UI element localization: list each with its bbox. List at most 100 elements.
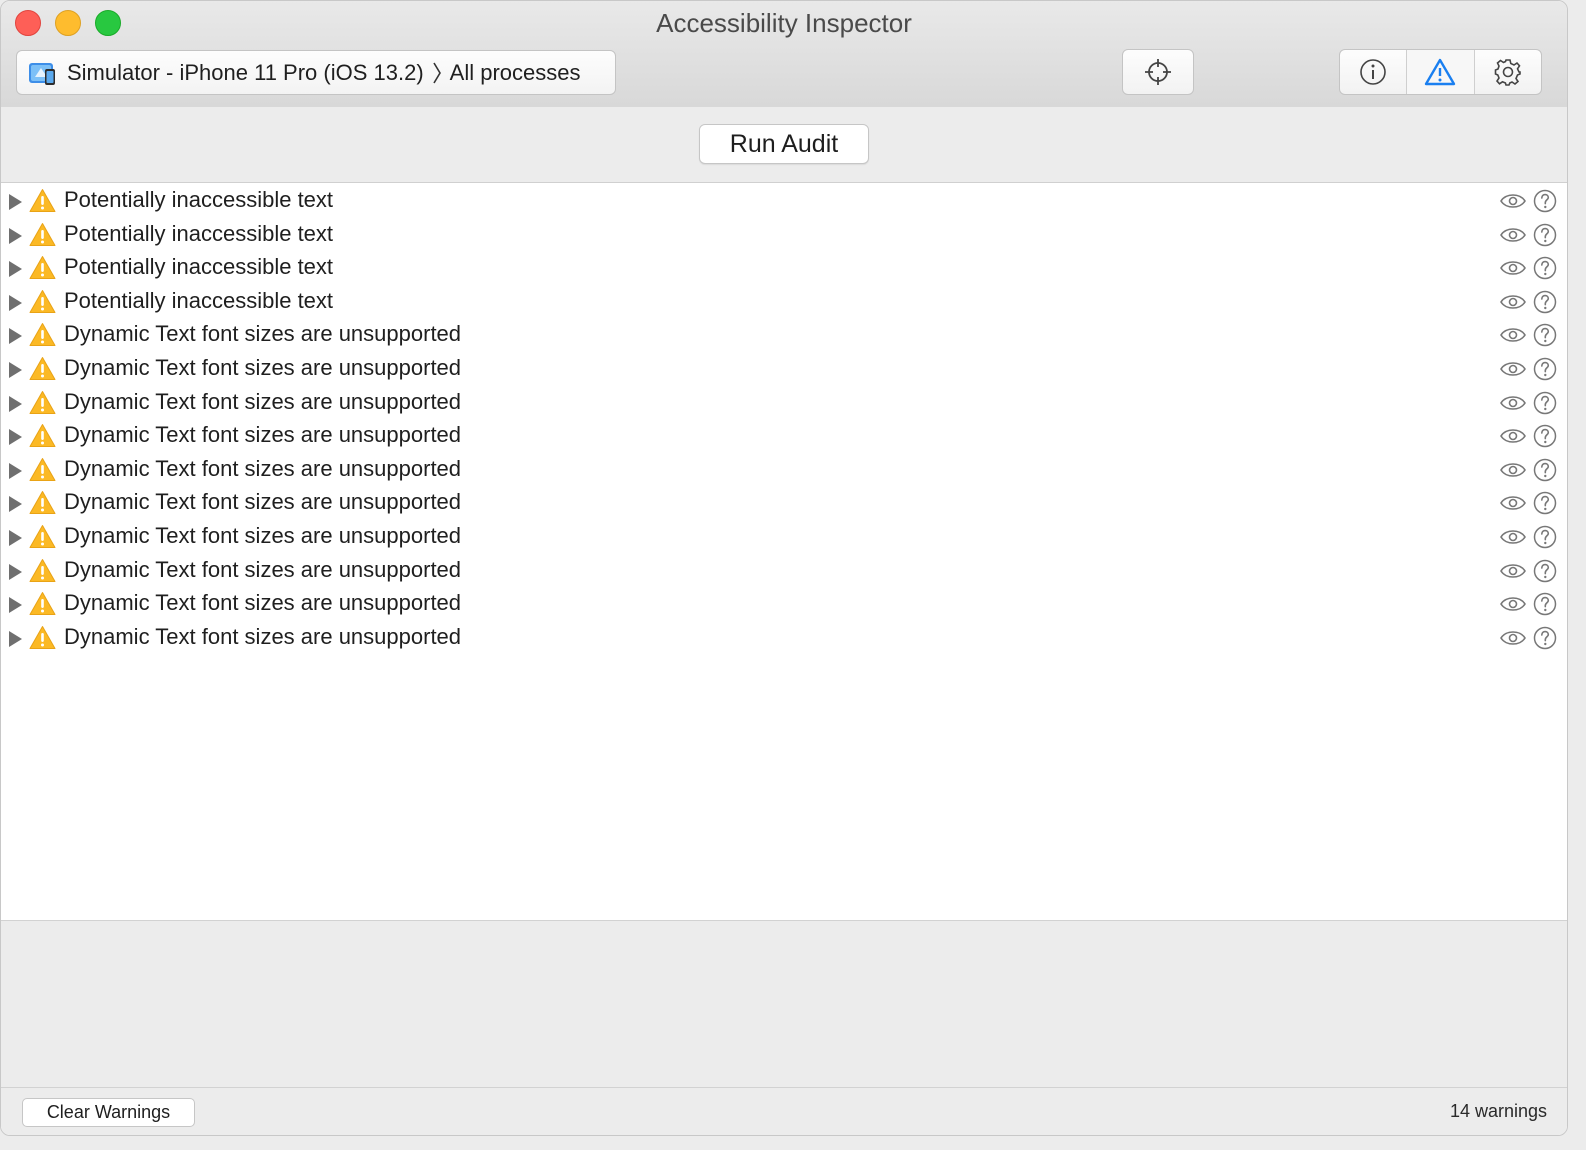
warning-label: Dynamic Text font sizes are unsupported [64,556,462,582]
target-button[interactable] [1122,49,1194,95]
warning-icon [29,491,56,515]
disclosure-triangle-icon[interactable] [9,597,22,614]
footer-bar: Clear Warnings 14 warnings [1,1087,1567,1135]
warning-row[interactable]: Potentially inaccessible text [1,218,1567,252]
eye-icon[interactable] [1499,257,1527,279]
target-chooser[interactable]: Simulator - iPhone 11 Pro (iOS 13.2) All… [16,50,616,95]
eye-icon[interactable] [1499,459,1527,481]
disclosure-triangle-icon[interactable] [9,496,22,513]
audit-header: Run Audit [1,107,1567,183]
eye-icon[interactable] [1499,425,1527,447]
help-icon[interactable] [1533,256,1557,280]
eye-icon[interactable] [1499,392,1527,414]
eye-icon[interactable] [1499,190,1527,212]
warning-row[interactable]: Dynamic Text font sizes are unsupported [1,621,1567,655]
warning-row[interactable]: Dynamic Text font sizes are unsupported [1,386,1567,420]
warning-label: Dynamic Text font sizes are unsupported [64,422,462,448]
run-audit-button[interactable]: Run Audit [699,124,869,164]
chevron-right-icon [432,61,442,85]
warnings-list: Potentially inaccessible text Potentially… [1,183,1567,920]
warning-icon [29,256,56,280]
warning-row[interactable]: Dynamic Text font sizes are unsupported [1,486,1567,520]
warning-label: Dynamic Text font sizes are unsupported [64,388,462,414]
warning-row[interactable]: Dynamic Text font sizes are unsupported [1,554,1567,588]
help-icon[interactable] [1533,223,1557,247]
eye-icon[interactable] [1499,593,1527,615]
help-icon[interactable] [1533,559,1557,583]
warning-row[interactable]: Potentially inaccessible text [1,184,1567,218]
warning-icon [29,558,56,582]
disclosure-triangle-icon[interactable] [9,362,22,378]
eye-icon[interactable] [1499,358,1527,380]
warning-label: Dynamic Text font sizes are unsupported [64,590,462,616]
eye-icon[interactable] [1499,560,1527,582]
warning-row[interactable]: Potentially inaccessible text [1,285,1567,319]
help-icon[interactable] [1533,357,1557,381]
warning-label: Potentially inaccessible text [64,254,334,280]
eye-icon[interactable] [1499,526,1527,548]
warning-label: Dynamic Text font sizes are unsupported [64,455,462,481]
simulator-icon [29,62,55,85]
disclosure-triangle-icon[interactable] [9,530,22,546]
help-icon[interactable] [1533,525,1557,549]
disclosure-triangle-icon[interactable] [9,429,22,446]
warning-icon [29,525,56,548]
help-icon[interactable] [1533,189,1557,213]
disclosure-triangle-icon[interactable] [9,630,22,647]
eye-icon[interactable] [1499,492,1527,514]
warning-label: Dynamic Text font sizes are unsupported [64,489,462,515]
disclosure-triangle-icon[interactable] [9,462,22,479]
help-icon[interactable] [1533,323,1557,347]
crosshair-icon [1145,59,1171,85]
eye-icon[interactable] [1499,324,1527,346]
info-icon [1360,59,1386,85]
help-icon[interactable] [1533,391,1557,415]
detail-pane [1,920,1567,1088]
disclosure-triangle-icon[interactable] [9,328,22,345]
warning-icon [29,289,56,313]
warning-icon [29,592,56,616]
help-icon[interactable] [1533,592,1557,616]
inspector-mode-segmented-control [1339,49,1542,95]
disclosure-triangle-icon[interactable] [9,227,22,244]
warnings-count: 14 warnings [1449,1101,1547,1121]
warning-icon [29,424,56,448]
warning-label: Dynamic Text font sizes are unsupported [64,523,462,548]
disclosure-triangle-icon[interactable] [9,194,22,210]
target-process-label: All processes [449,59,581,85]
warning-row[interactable]: Dynamic Text font sizes are unsupported [1,352,1567,386]
warning-label: Dynamic Text font sizes are unsupported [64,623,462,649]
settings-tab[interactable] [1475,50,1541,94]
warning-row[interactable]: Dynamic Text font sizes are unsupported [1,587,1567,621]
eye-icon[interactable] [1499,224,1527,246]
inspection-tab[interactable] [1340,50,1408,94]
warning-row[interactable]: Dynamic Text font sizes are unsupported [1,520,1567,554]
warning-row[interactable]: Dynamic Text font sizes are unsupported [1,419,1567,453]
help-icon[interactable] [1533,290,1557,314]
warning-icon [29,457,56,481]
warning-row[interactable]: Potentially inaccessible text [1,251,1567,285]
target-device-label: Simulator - iPhone 11 Pro (iOS 13.2) [67,59,424,85]
disclosure-triangle-icon[interactable] [9,395,22,412]
warning-icon [29,625,56,649]
warning-label: Potentially inaccessible text [64,187,334,212]
warning-icon [1425,58,1456,86]
gear-icon [1494,59,1521,86]
disclosure-triangle-icon[interactable] [9,261,22,278]
eye-icon[interactable] [1499,291,1527,313]
eye-icon[interactable] [1499,627,1527,649]
disclosure-triangle-icon[interactable] [9,563,22,580]
audit-tab[interactable] [1407,50,1475,94]
help-icon[interactable] [1533,458,1557,482]
warning-label: Potentially inaccessible text [64,287,334,313]
help-icon[interactable] [1533,491,1557,515]
warning-icon [29,189,56,212]
help-icon[interactable] [1533,626,1557,650]
disclosure-triangle-icon[interactable] [9,294,22,311]
warning-icon [29,222,56,246]
clear-warnings-button[interactable]: Clear Warnings [22,1098,195,1127]
window-title: Accessibility Inspector [656,8,912,38]
help-icon[interactable] [1533,424,1557,448]
warning-row[interactable]: Dynamic Text font sizes are unsupported [1,453,1567,487]
warning-row[interactable]: Dynamic Text font sizes are unsupported [1,318,1567,352]
